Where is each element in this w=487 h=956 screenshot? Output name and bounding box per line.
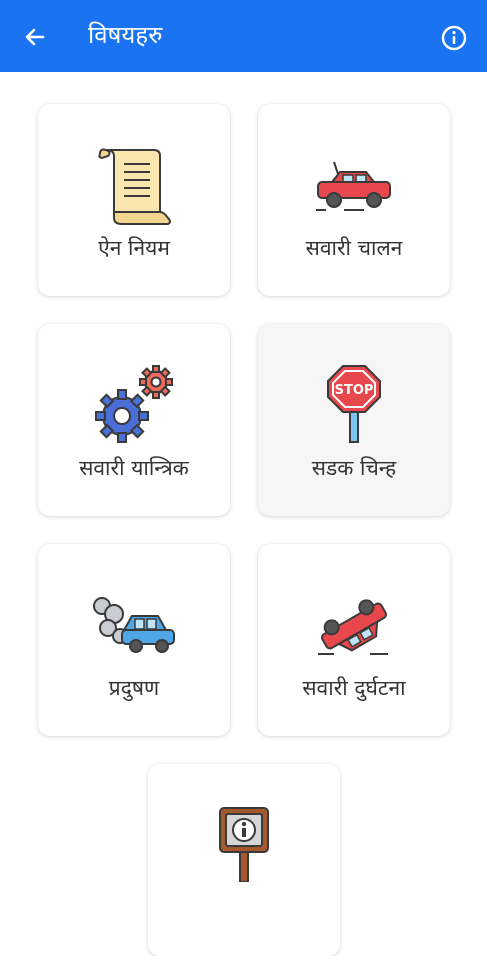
back-button[interactable] bbox=[20, 22, 50, 52]
topic-label: सवारी दुर्घटना bbox=[302, 676, 406, 700]
gears-icon bbox=[95, 365, 173, 443]
topic-label: सडक चिन्ह bbox=[311, 456, 397, 480]
scroll-icon bbox=[98, 148, 171, 225]
topic-label: प्रदुषण bbox=[108, 676, 160, 700]
polluting-car-icon bbox=[93, 597, 175, 653]
red-car-icon bbox=[316, 161, 391, 211]
topic-card-mechanics[interactable]: सवारी यान्त्रिक bbox=[38, 324, 230, 516]
arrow-left-icon bbox=[25, 28, 45, 46]
topic-card-pollution[interactable]: प्रदुषण bbox=[38, 544, 230, 736]
car-accident-icon bbox=[318, 599, 388, 655]
topic-card-driving[interactable]: सवारी चालन bbox=[258, 104, 450, 296]
app-bar: विषयहरु bbox=[0, 0, 487, 72]
page-title: विषयहरु bbox=[88, 21, 163, 49]
info-signboard-icon bbox=[219, 807, 269, 882]
svg-text:STOP: STOP bbox=[335, 383, 374, 398]
topic-card-rules[interactable]: ऐन नियम bbox=[38, 104, 230, 296]
topic-label: सवारी चालन bbox=[305, 236, 403, 260]
topic-label: ऐन नियम bbox=[98, 236, 170, 260]
info-circle-icon bbox=[441, 25, 467, 51]
topic-card-info[interactable] bbox=[148, 764, 340, 956]
topic-card-accident[interactable]: सवारी दुर्घटना bbox=[258, 544, 450, 736]
info-button[interactable] bbox=[440, 24, 468, 52]
topic-label: सवारी यान्त्रिक bbox=[79, 456, 189, 480]
topic-card-road-signs[interactable]: STOP सडक चिन्ह bbox=[258, 324, 450, 516]
stop-sign-icon: STOP bbox=[327, 365, 381, 443]
